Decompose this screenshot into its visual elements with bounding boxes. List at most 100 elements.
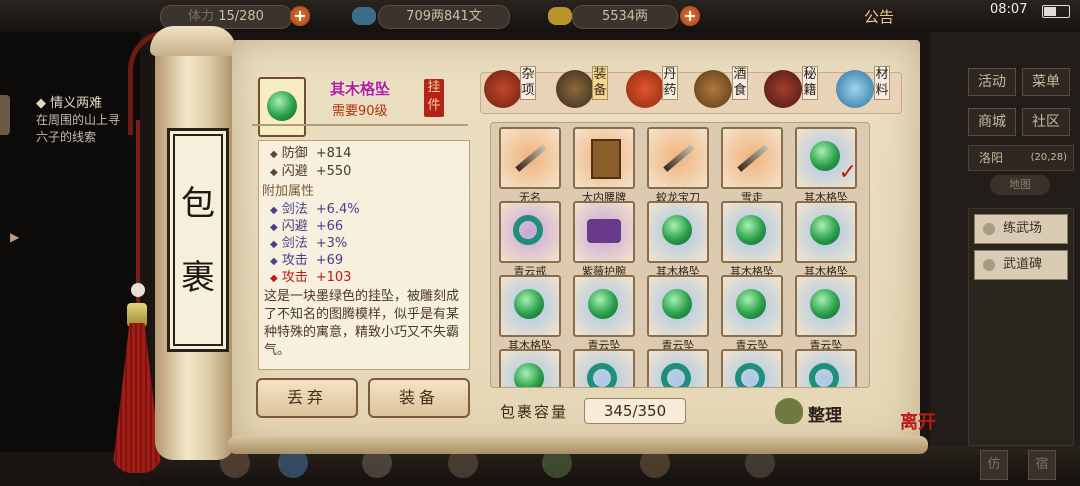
inventory-slot[interactable] bbox=[499, 201, 561, 263]
selected-item-icon bbox=[258, 77, 306, 137]
community-button[interactable]: 社区 bbox=[1022, 108, 1070, 136]
scroll-roller-top bbox=[150, 26, 236, 56]
inventory-slot[interactable] bbox=[499, 349, 561, 387]
jade-icon bbox=[736, 215, 766, 245]
sword-icon bbox=[663, 144, 695, 172]
scroll-bottom-roll bbox=[228, 436, 928, 454]
inventory-slot[interactable] bbox=[795, 201, 857, 263]
inventory-slot[interactable] bbox=[647, 275, 709, 337]
jade-icon bbox=[514, 289, 544, 319]
crystal-icon[interactable] bbox=[836, 70, 874, 108]
place-label: 练武场 bbox=[1003, 221, 1043, 236]
add-silver-button[interactable]: + bbox=[680, 6, 700, 26]
leave-button[interactable]: 离开 bbox=[900, 408, 936, 434]
scroll-title-label bbox=[167, 128, 229, 352]
base-stat: ◆ 防御 +814 bbox=[270, 146, 352, 161]
capacity-value: 345/350 bbox=[584, 398, 686, 424]
battery-icon bbox=[1042, 5, 1070, 18]
sword-icon bbox=[515, 144, 547, 172]
jade-icon bbox=[810, 215, 840, 245]
ring-icon bbox=[513, 215, 543, 245]
city-coords: (20,28) bbox=[1030, 152, 1067, 163]
mall-button[interactable]: 商城 bbox=[968, 108, 1016, 136]
wine-food-icon[interactable] bbox=[694, 70, 732, 108]
scroll-title-char: 包 bbox=[181, 184, 215, 224]
inventory-slot[interactable] bbox=[647, 127, 709, 189]
ring-icon bbox=[735, 363, 765, 387]
money-bag-icon[interactable] bbox=[775, 398, 803, 424]
stamina-value: 15/280 bbox=[218, 9, 264, 24]
place-icon bbox=[983, 223, 995, 235]
bottom-right-button[interactable]: 宿 bbox=[1028, 450, 1056, 480]
place-label: 武道碑 bbox=[1003, 257, 1043, 272]
jade-icon bbox=[810, 289, 840, 319]
place-martial-stele[interactable]: 武道碑 bbox=[974, 250, 1068, 280]
money-icon bbox=[352, 7, 376, 25]
jade-icon bbox=[514, 363, 544, 387]
extra-stats-title: 附加属性 bbox=[262, 184, 315, 199]
inventory-slot[interactable] bbox=[647, 349, 709, 387]
location-display: 洛阳 (20,28) bbox=[968, 145, 1074, 171]
expand-arrow-icon[interactable]: ▶ bbox=[10, 230, 24, 250]
inventory-slot[interactable] bbox=[573, 275, 635, 337]
item-description: 这是一块墨绿色的挂坠，被雕刻成了不知名的图腾模样，似乎是有某种特殊的寓意，精致小… bbox=[264, 289, 460, 358]
tab-misc[interactable]: 杂项 bbox=[520, 66, 536, 100]
extra-stat: ◆ 攻击 +103 bbox=[270, 270, 352, 285]
place-training-ground[interactable]: 练武场 bbox=[974, 214, 1068, 244]
clock: 08:07 bbox=[990, 2, 1028, 17]
sort-button[interactable]: 整理 bbox=[808, 401, 842, 426]
inventory-slot[interactable] bbox=[795, 349, 857, 387]
inventory-slot[interactable] bbox=[647, 201, 709, 263]
silver-ingot-icon bbox=[548, 7, 572, 25]
tab-materials[interactable]: 材料 bbox=[874, 66, 890, 100]
inventory-slot[interactable] bbox=[721, 349, 783, 387]
inventory-slot[interactable] bbox=[721, 127, 783, 189]
inventory-slot[interactable] bbox=[795, 275, 857, 337]
divider bbox=[252, 124, 468, 126]
scroll-bead bbox=[131, 283, 145, 297]
item-type-tag: 挂件 bbox=[424, 79, 444, 117]
plaque-icon bbox=[591, 139, 621, 179]
inventory-slot[interactable] bbox=[499, 275, 561, 337]
money-value: 709两841文 bbox=[378, 5, 510, 29]
inventory-grid: 无名 大内腰牌 蛟龙宝刀 雪走 ✓ 其木格坠 青云戒 紫薇护腕 其木格坠 其木格坠 其木格坠 其木格坠… bbox=[490, 122, 870, 388]
pot-icon[interactable] bbox=[484, 70, 522, 108]
base-stat: ◆ 闪避 +550 bbox=[270, 164, 352, 179]
bottom-right-button[interactable]: 仿 bbox=[980, 450, 1008, 480]
jade-icon bbox=[736, 289, 766, 319]
tab-equipment[interactable]: 装备 bbox=[592, 66, 608, 100]
selected-item-level-req: 需要90级 bbox=[332, 104, 388, 119]
add-stamina-button[interactable]: + bbox=[290, 6, 310, 26]
discard-button[interactable]: 丢弃 bbox=[256, 378, 358, 418]
jade-icon bbox=[810, 141, 840, 171]
weapons-icon[interactable] bbox=[556, 70, 594, 108]
inventory-slot[interactable] bbox=[573, 127, 635, 189]
books-icon[interactable] bbox=[764, 70, 802, 108]
capacity-label: 包裹容量 bbox=[500, 403, 569, 421]
inventory-slot[interactable] bbox=[721, 201, 783, 263]
inventory-slot[interactable] bbox=[573, 349, 635, 387]
place-icon bbox=[983, 259, 995, 271]
map-button[interactable]: 地图 bbox=[990, 175, 1050, 195]
selected-check-icon: ✓ bbox=[838, 160, 857, 185]
tab-pills[interactable]: 丹药 bbox=[662, 66, 678, 100]
tab-manuals[interactable]: 秘籍 bbox=[802, 66, 818, 100]
menu-button[interactable]: 菜单 bbox=[1022, 68, 1070, 96]
inventory-slot[interactable] bbox=[573, 201, 635, 263]
stamina-label: 体力 bbox=[188, 9, 215, 24]
equip-button[interactable]: 装备 bbox=[368, 378, 470, 418]
ring-icon bbox=[809, 363, 839, 387]
jade-icon bbox=[588, 289, 618, 319]
sword-icon bbox=[737, 144, 769, 172]
activity-button[interactable]: 活动 bbox=[968, 68, 1016, 96]
notice-button[interactable]: 公告 bbox=[864, 6, 894, 27]
inventory-slot[interactable] bbox=[721, 275, 783, 337]
quest-title[interactable]: ◆ 情义两难 bbox=[36, 92, 102, 111]
jade-icon bbox=[662, 289, 692, 319]
silver-value: 5534两 bbox=[572, 5, 678, 29]
quest-panel-tab[interactable] bbox=[0, 95, 10, 135]
inventory-slot[interactable]: ✓ bbox=[795, 127, 857, 189]
pills-icon[interactable] bbox=[626, 70, 664, 108]
inventory-slot[interactable] bbox=[499, 127, 561, 189]
tab-food[interactable]: 酒食 bbox=[732, 66, 748, 100]
